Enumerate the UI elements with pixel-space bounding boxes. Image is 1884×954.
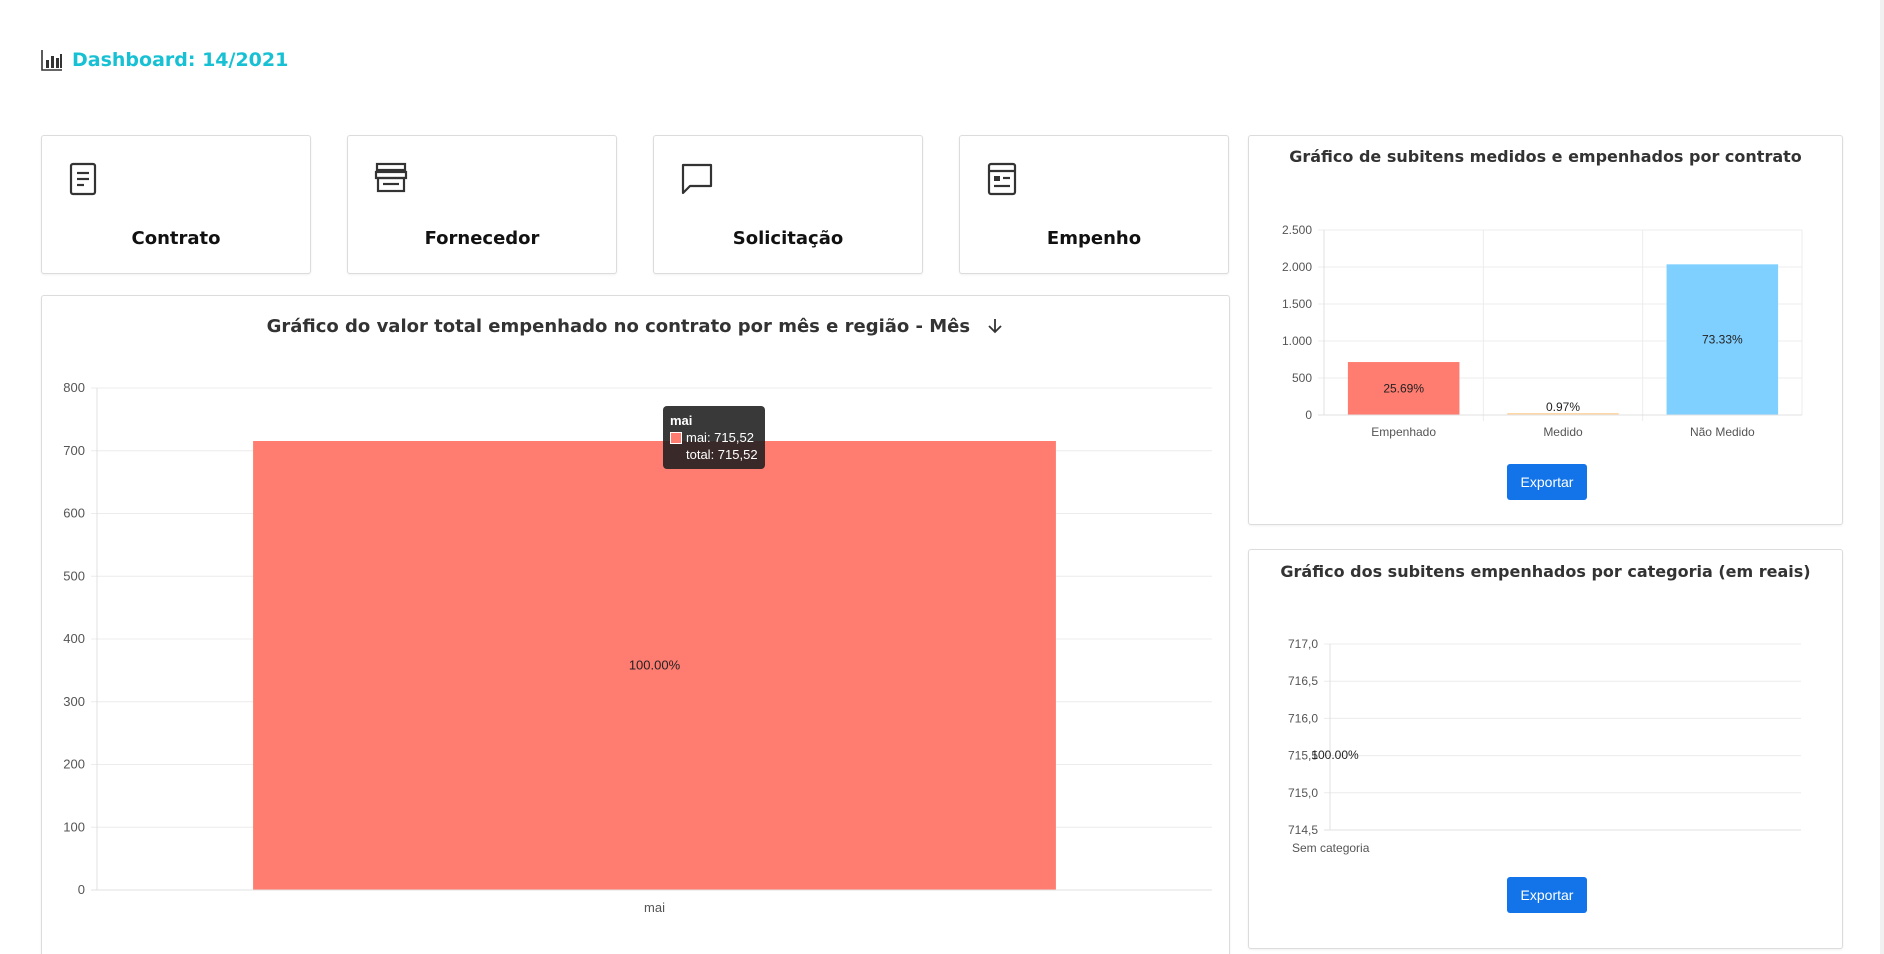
tile-label: Fornecedor bbox=[424, 228, 540, 249]
y-tick-label: 400 bbox=[63, 631, 85, 646]
export-button[interactable]: Exportar bbox=[1507, 877, 1587, 913]
y-tick-label: 717,0 bbox=[1288, 637, 1318, 651]
x-tick-label: Medido bbox=[1543, 425, 1583, 439]
tile-label: Empenho bbox=[1046, 228, 1142, 249]
y-tick-label: 716,0 bbox=[1288, 711, 1318, 725]
data-label: 73.33% bbox=[1702, 333, 1743, 347]
receipt-icon bbox=[987, 162, 1017, 196]
tile-empenho[interactable]: Empenho bbox=[959, 135, 1229, 274]
chart-tooltip: mai mai: 715,52 total: 715,52 bbox=[663, 406, 765, 469]
side-chart2-card: Gráfico dos subitens empenhados por cate… bbox=[1248, 549, 1843, 949]
y-tick-label: 1.000 bbox=[1282, 334, 1312, 348]
y-tick-label: 800 bbox=[63, 380, 85, 395]
tooltip-line1: mai: 715,52 bbox=[686, 430, 754, 445]
tooltip-swatch bbox=[670, 431, 682, 444]
tooltip-title: mai bbox=[670, 413, 693, 428]
x-tick-label: Sem categoria bbox=[1292, 841, 1370, 855]
y-tick-label: 200 bbox=[63, 757, 85, 772]
y-tick-label: 100 bbox=[63, 819, 85, 834]
tile-label: Solicitação bbox=[732, 228, 844, 249]
y-tick-label: 714,5 bbox=[1288, 823, 1318, 837]
y-tick-label: 716,5 bbox=[1288, 674, 1318, 688]
y-tick-label: 0 bbox=[1305, 408, 1312, 422]
store-icon bbox=[374, 162, 408, 193]
side-chart1-card: Gráfico de subitens medidos e empenhados… bbox=[1248, 135, 1843, 525]
data-label: 100.00% bbox=[629, 658, 681, 673]
y-tick-label: 500 bbox=[1292, 371, 1312, 385]
y-tick-label: 0 bbox=[78, 882, 85, 897]
document-icon bbox=[69, 162, 97, 196]
y-tick-label: 2.000 bbox=[1282, 260, 1312, 274]
main-chart-card: Gráfico do valor total empenhado no cont… bbox=[41, 295, 1230, 954]
y-tick-label: 1.500 bbox=[1282, 297, 1312, 311]
tile-label: Contrato bbox=[131, 228, 221, 249]
bar-chart-icon bbox=[41, 50, 62, 71]
page-title: Dashboard: 14/2021 bbox=[72, 49, 289, 71]
export-button[interactable]: Exportar bbox=[1507, 464, 1587, 500]
x-tick-label: Não Medido bbox=[1690, 425, 1755, 439]
y-tick-label: 300 bbox=[63, 694, 85, 709]
data-label: 0.97% bbox=[1546, 400, 1580, 414]
y-tick-label: 2.500 bbox=[1282, 223, 1312, 237]
tile-contrato[interactable]: Contrato bbox=[41, 135, 311, 274]
tile-solicitacao[interactable]: Solicitação bbox=[653, 135, 923, 274]
data-label: 25.69% bbox=[1383, 382, 1424, 396]
x-tick-label: Empenhado bbox=[1371, 425, 1436, 439]
y-tick-label: 715,0 bbox=[1288, 786, 1318, 800]
data-label: 100.00% bbox=[1311, 748, 1359, 762]
y-tick-label: 600 bbox=[63, 506, 85, 521]
message-icon bbox=[681, 163, 713, 195]
y-tick-label: 500 bbox=[63, 568, 85, 583]
page-header: Dashboard: 14/2021 bbox=[40, 48, 288, 72]
scrollbar[interactable] bbox=[1880, 0, 1884, 954]
tooltip-line2: total: 715,52 bbox=[686, 447, 758, 462]
main-chart: 0 100 200 300 400 500 600 700 800 100.00% mai bbox=[63, 380, 1212, 915]
y-tick-label: 700 bbox=[63, 443, 85, 458]
tile-fornecedor[interactable]: Fornecedor bbox=[347, 135, 617, 274]
x-tick-label: mai bbox=[644, 900, 665, 915]
